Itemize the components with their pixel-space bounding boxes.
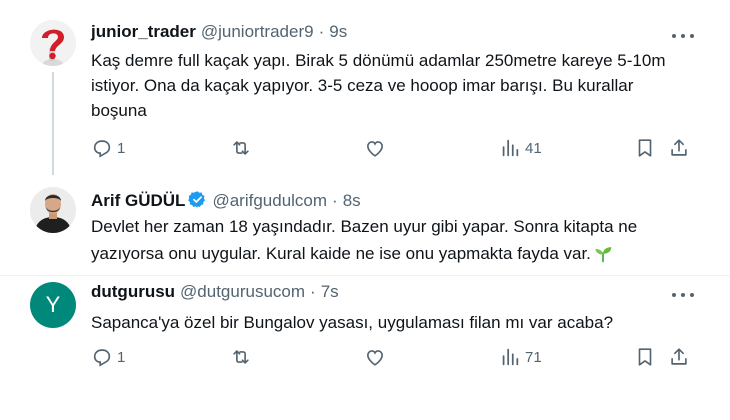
reply-count: 1 [117, 139, 126, 157]
separator: · [332, 191, 338, 210]
share-button[interactable] [668, 346, 690, 368]
timestamp[interactable]: 7s [321, 282, 339, 302]
timestamp[interactable]: 9s [329, 22, 347, 42]
retweet-button[interactable] [230, 346, 252, 368]
bookmark-button[interactable] [634, 346, 656, 368]
tweet-text: Devlet her zaman 18 yaşındadır. Bazen uy… [91, 217, 638, 263]
tweet-text-container: Devlet her zaman 18 yaşındadır. Bazen uy… [91, 214, 691, 266]
separator: · [310, 282, 316, 301]
tweet-junior-trader[interactable]: junior_trader @juniortrader9 · 9s Kaş de… [0, 0, 730, 175]
question-mark-icon [30, 20, 76, 66]
analytics-icon [502, 139, 519, 157]
person-photo-icon [30, 187, 76, 233]
display-name[interactable]: dutgurusu [91, 282, 175, 302]
tweet-dutgurusu[interactable]: Y dutgurusu @dutgurusucom · 7s Sapanca'y… [0, 276, 730, 420]
handle[interactable]: @dutgurusucom [180, 282, 305, 302]
heart-icon [367, 350, 383, 366]
share-icon [671, 139, 687, 156]
avatar-letter: Y [45, 292, 61, 317]
reply-count: 1 [117, 348, 126, 366]
verified-badge-icon [188, 191, 206, 208]
views-button[interactable]: 71 [499, 346, 542, 368]
tweet-header: dutgurusu @dutgurusucom · 7s [91, 282, 339, 302]
view-count: 71 [525, 348, 542, 366]
like-button[interactable] [364, 137, 386, 159]
tweet-arif-gudul[interactable]: Arif GÜDÜL @arifgudulcom · 8s Devlet her… [0, 175, 730, 275]
tweet-text: Kaş demre full kaçak yapı. Birak 5 dönüm… [91, 51, 666, 120]
more-options-icon[interactable] [672, 288, 694, 302]
retweet-button[interactable] [230, 137, 252, 159]
seedling-icon [595, 247, 612, 263]
heart-icon [367, 141, 383, 157]
bookmark-icon [638, 139, 652, 157]
more-options-icon[interactable] [672, 29, 694, 43]
retweet-icon [233, 350, 249, 364]
like-button[interactable] [364, 346, 386, 368]
reply-icon [93, 140, 111, 158]
views-button[interactable]: 41 [499, 137, 542, 159]
timestamp[interactable]: 8s [343, 191, 361, 211]
handle[interactable]: @arifgudulcom [212, 191, 327, 211]
share-button[interactable] [668, 137, 690, 159]
reply-button[interactable]: 1 [91, 346, 125, 368]
tweet-header: junior_trader @juniortrader9 · 9s [91, 22, 347, 42]
retweet-icon [233, 141, 249, 155]
share-icon [671, 348, 687, 365]
reply-button[interactable]: 1 [91, 137, 125, 159]
thread-line [52, 72, 54, 175]
view-count: 41 [525, 139, 542, 157]
analytics-icon [502, 348, 519, 366]
tweet-header: Arif GÜDÜL @arifgudulcom · 8s [91, 187, 361, 211]
avatar[interactable] [30, 20, 76, 66]
handle[interactable]: @juniortrader9 [201, 22, 314, 42]
display-name[interactable]: Arif GÜDÜL [91, 191, 185, 211]
tweet-text: Sapanca'ya özel bir Bungalov yasası, uyg… [91, 313, 614, 332]
display-name[interactable]: junior_trader [91, 22, 196, 42]
reply-icon [93, 349, 111, 367]
bookmark-button[interactable] [634, 137, 656, 159]
avatar[interactable]: Y [30, 282, 76, 328]
bookmark-icon [638, 348, 652, 366]
tweet-actions: 1 41 [91, 137, 701, 161]
separator: · [318, 22, 325, 41]
avatar[interactable] [30, 187, 76, 233]
tweet-actions: 1 71 [91, 346, 701, 370]
